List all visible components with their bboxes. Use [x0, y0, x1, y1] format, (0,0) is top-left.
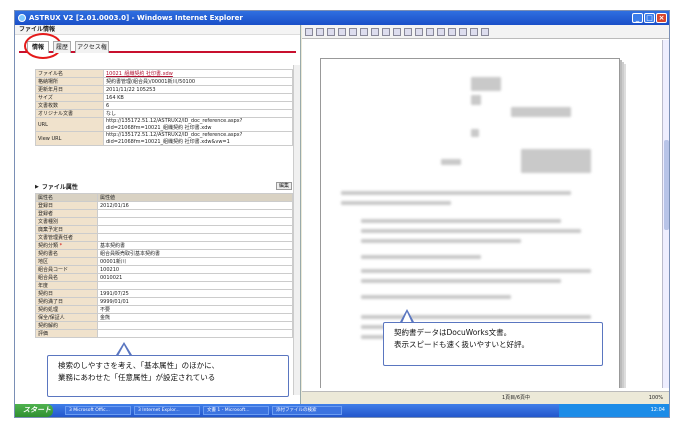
table-row: 年度	[35, 281, 293, 290]
rotate-icon[interactable]	[437, 27, 445, 36]
view-url-value[interactable]: http://135172.51.12/ASTRUX2/ID_doc_refer…	[103, 131, 293, 146]
clock: 12:04	[650, 407, 665, 413]
table-row: 登録日 2012/01/16	[35, 201, 293, 210]
panel-header: ファイル情報	[15, 25, 300, 35]
start-button[interactable]: スタート	[15, 404, 53, 417]
table-row: 組合員名 0010021	[35, 273, 293, 282]
section-file-attributes[interactable]: ▶ ファイル属性	[35, 182, 78, 192]
next-page-icon[interactable]	[415, 27, 423, 36]
table-row: サイズ 164 KB	[35, 93, 293, 102]
first-page-icon[interactable]	[393, 27, 401, 36]
file-name-link[interactable]: 10021_組織契約 社印書.xdw	[103, 69, 293, 78]
table-row: 更新年月日 2011/11/22 105253	[35, 85, 293, 94]
table-row: 契約解約	[35, 321, 293, 330]
viewer-scrollbar[interactable]	[662, 40, 669, 388]
file-info-panel: ファイル情報 情報 履歴 アクセス権 ファイル名 10021_組織契約 社印書.x…	[15, 25, 301, 405]
annotate-icon[interactable]	[470, 27, 478, 36]
file-info-table: ファイル名 10021_組織契約 社印書.xdw 格納場所 契約書管理(組合員)/0…	[35, 69, 293, 146]
tab-history[interactable]: 履歴	[53, 41, 71, 53]
tab-access[interactable]: アクセス権	[75, 41, 109, 53]
table-row: 文書種別	[35, 217, 293, 226]
table-row: URL http://135172.51.12/ASTRUX2/ID_doc_re…	[35, 117, 293, 132]
table-row: 契約処理 不要	[35, 305, 293, 314]
table-row: 契約満了日 9999/01/01	[35, 297, 293, 306]
edit-button[interactable]: 編集	[276, 182, 293, 190]
table-row: ファイル名 10021_組織契約 社印書.xdw	[35, 69, 293, 78]
print-icon[interactable]	[316, 27, 324, 36]
close-button[interactable]: ×	[656, 13, 667, 23]
hand-icon[interactable]	[382, 27, 390, 36]
viewer-toolbar	[302, 25, 669, 39]
url-value[interactable]: http://135172.51.12/ASTRUX2/ID_doc_refer…	[103, 117, 293, 132]
settings-icon[interactable]	[481, 27, 489, 36]
table-row: 契約日 1991/07/25	[35, 289, 293, 298]
table-row: 文書枚数 6	[35, 101, 293, 110]
table-header: 属性名 属性値	[35, 193, 293, 202]
task-item[interactable]: 3 Microsoft Offic...	[65, 406, 131, 415]
title-bar: ASTRUX V2 [2.01.0003.0] - Windows Intern…	[15, 11, 669, 25]
task-item[interactable]: 添付ファイルの検索	[272, 406, 342, 415]
prev-page-icon[interactable]	[404, 27, 412, 36]
windows-taskbar: スタート 3 Microsoft Offic... 3 Internet Exp…	[15, 404, 669, 417]
fit-icon[interactable]	[360, 27, 368, 36]
save-icon[interactable]	[305, 27, 313, 36]
minimize-button[interactable]: _	[632, 13, 643, 23]
expand-arrow-icon: ▶	[35, 183, 39, 190]
table-row: 格納場所 契約書管理(組合員)/00001新川/50100	[35, 77, 293, 86]
tab-bar: 情報 履歴 アクセス権	[19, 33, 296, 59]
zoom-in-icon[interactable]	[338, 27, 346, 36]
table-row: 評価	[35, 329, 293, 338]
attribute-table: 属性名 属性値 登録日 2012/01/16 登録者 文書種別 廃棄予定日 文書管理…	[35, 193, 293, 338]
table-row: 組合員コード 100210	[35, 265, 293, 274]
table-row: 登録者	[35, 209, 293, 218]
table-row: View URL http://135172.51.12/ASTRUX2/ID_d…	[35, 131, 293, 146]
window-title: ASTRUX V2 [2.01.0003.0] - Windows Intern…	[29, 14, 243, 22]
task-item[interactable]: 文書 1 - Microsoft...	[203, 406, 269, 415]
callout-docuworks: 契約書データはDocuWorks文書。 表示スピードも速く扱いやすいと好評。	[383, 322, 603, 366]
table-row: 地区 00001新川	[35, 257, 293, 266]
required-marker: *	[59, 243, 63, 249]
callout-attributes: 検索のしやすさを考え、「基本属性」のほかに、 業務にあわせた「任意属性」が設定さ…	[47, 355, 289, 397]
table-row: 契約書名 組合員販売取引基本契約書	[35, 249, 293, 258]
table-row: 文書管理責任者	[35, 233, 293, 242]
table-row: 保全/保証人 金熊	[35, 313, 293, 322]
scroll-thumb[interactable]	[664, 140, 669, 230]
thumbnail-icon[interactable]	[459, 27, 467, 36]
last-page-icon[interactable]	[426, 27, 434, 36]
maximize-button[interactable]: □	[644, 13, 655, 23]
left-scrollbar[interactable]	[293, 65, 300, 395]
table-row: オリジナル文書 なし	[35, 109, 293, 118]
system-tray: 12:04	[559, 404, 669, 417]
table-row: 契約分類 * 基本契約書	[35, 241, 293, 250]
task-item[interactable]: 3 Internet Explor...	[134, 406, 200, 415]
viewer-statusbar: 1頁目/6頁中 100%	[302, 391, 669, 405]
search-icon[interactable]	[448, 27, 456, 36]
ie-icon	[18, 14, 26, 22]
copy-icon[interactable]	[327, 27, 335, 36]
pointer-icon[interactable]	[371, 27, 379, 36]
table-row: 廃棄予定日	[35, 225, 293, 234]
zoom-out-icon[interactable]	[349, 27, 357, 36]
